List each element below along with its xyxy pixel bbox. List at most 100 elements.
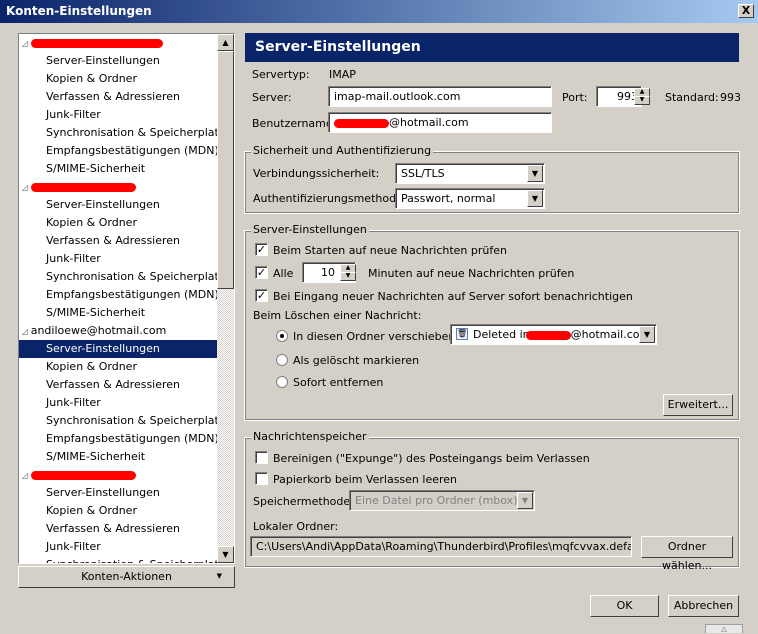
tree-item-label: Junk-Filter (46, 108, 101, 121)
storage-method-label: Speichermethode: (253, 495, 354, 508)
standard-value: 993 (720, 91, 741, 104)
notify-checkbox[interactable]: ✓ (255, 289, 268, 302)
dropdown-arrow-icon: ▼ (527, 165, 543, 182)
check-every-label: Alle (273, 267, 294, 280)
security-group: Sicherheit und Authentifizierung Verbind… (244, 144, 740, 214)
server-label: Server: (252, 91, 292, 104)
resize-grip-icon[interactable]: △ (705, 624, 743, 633)
security-legend: Sicherheit und Authentifizierung (251, 144, 434, 157)
expand-triangle-icon[interactable]: ◿ (22, 327, 31, 336)
tree-item[interactable]: Synchronisation & Speicherplatz (19, 124, 225, 142)
tree-item[interactable]: S/MIME-Sicherheit (19, 160, 218, 178)
standard-label: Standard: (665, 91, 719, 104)
tree-item[interactable]: Server-Einstellungen (19, 340, 218, 358)
connection-security-select[interactable]: SSL/TLS ▼ (395, 163, 545, 184)
tree-item[interactable]: Server-Einstellungen (19, 196, 218, 214)
tree-item[interactable]: Kopien & Ordner (19, 70, 218, 88)
tree-item[interactable]: Synchronisation & Speicherplatz (19, 556, 225, 563)
local-folder-input[interactable]: C:\Users\Andi\AppData\Roaming\Thunderbir… (250, 536, 632, 557)
remove-immediately-label: Sofort entfernen (293, 376, 384, 389)
dropdown-arrow-icon: ▼ (639, 326, 655, 343)
remove-immediately-radio[interactable] (276, 376, 288, 388)
auth-method-value: Passwort, normal (401, 192, 496, 205)
tree-item-label: Verfassen & Adressieren (46, 90, 181, 103)
redaction (525, 330, 571, 340)
choose-folder-button[interactable]: Ordner wählen... (641, 536, 733, 572)
username-label: Benutzername: (252, 117, 337, 130)
expand-triangle-icon[interactable]: ◿ (22, 39, 31, 48)
ok-button[interactable]: OK (590, 595, 659, 617)
notify-label: Bei Eingang neuer Nachrichten auf Server… (273, 290, 633, 303)
check-on-start-checkbox[interactable]: ✓ (255, 243, 268, 256)
expunge-label: Bereinigen ("Expunge") des Posteingangs … (273, 452, 590, 465)
tree-item[interactable]: S/MIME-Sicherheit (19, 304, 218, 322)
dropdown-arrow-icon: ▼ (216, 572, 222, 580)
tree-item[interactable]: Verfassen & Adressieren (19, 376, 218, 394)
auth-method-select[interactable]: Passwort, normal ▼ (395, 188, 545, 209)
minutes-spinner[interactable]: ▲ ▼ (340, 264, 356, 281)
tree-item[interactable]: Kopien & Ordner (19, 502, 218, 520)
account-tree[interactable]: ◿ Server-Einstellungen Kopien & Ordner Ver… (18, 33, 235, 564)
tree-item[interactable]: Server-Einstellungen (19, 484, 218, 502)
tree-item[interactable]: Kopien & Ordner (19, 214, 218, 232)
redaction (30, 182, 136, 192)
window-title: Konten-Einstellungen (6, 4, 152, 18)
advanced-button[interactable]: Erweitert... (663, 394, 733, 416)
connection-security-value: SSL/TLS (401, 167, 445, 180)
check-on-start-label: Beim Starten auf neue Nachrichten prüfen (273, 244, 507, 257)
local-folder-label: Lokaler Ordner: (253, 520, 339, 533)
tree-item-label: Empfangsbestätigungen (MDN) (46, 288, 219, 301)
tree-item[interactable]: Junk-Filter (19, 538, 218, 556)
storage-method-select[interactable]: Eine Datei pro Ordner (mbox) ▼ (349, 490, 535, 511)
tree-scrollbar[interactable]: ▲ ▼ (217, 34, 234, 563)
tree-item-label: Synchronisation & Speicherplatz (46, 414, 225, 427)
tree-item[interactable]: Verfassen & Adressieren (19, 88, 218, 106)
mark-deleted-label: Als gelöscht markieren (293, 354, 420, 367)
scroll-down-icon[interactable]: ▼ (217, 546, 234, 563)
redaction (30, 470, 136, 480)
tree-item[interactable]: Verfassen & Adressieren (19, 232, 218, 250)
tree-item-label: Junk-Filter (46, 396, 101, 409)
empty-trash-checkbox[interactable] (255, 472, 268, 485)
tree-item-label: Synchronisation & Speicherplatz (46, 558, 225, 563)
tree-item[interactable]: Verfassen & Adressieren (19, 520, 218, 538)
tree-account[interactable]: ◿ (19, 466, 218, 484)
check-every-checkbox[interactable]: ✓ (255, 266, 268, 279)
trash-folder-select[interactable]: 🗑 Deleted in @hotmail.com ▼ (450, 324, 657, 345)
expand-triangle-icon[interactable]: ◿ (22, 471, 31, 480)
expand-triangle-icon[interactable]: ◿ (22, 183, 31, 192)
tree-account[interactable]: ◿ (19, 34, 218, 52)
redaction (30, 38, 163, 48)
tree-item-label: Kopien & Ordner (46, 360, 137, 373)
tree-item-label: Verfassen & Adressieren (46, 378, 181, 391)
port-spinner[interactable]: ▲ ▼ (634, 88, 650, 105)
tree-item[interactable]: Junk-Filter (19, 250, 218, 268)
tree-account[interactable]: ◿ andiloewe@hotmail.com (19, 322, 218, 340)
mark-deleted-radio[interactable] (276, 354, 288, 366)
tree-item-label: Synchronisation & Speicherplatz (46, 126, 225, 139)
tree-item[interactable]: Empfangsbestätigungen (MDN) (19, 430, 219, 448)
close-button[interactable]: X (738, 4, 754, 18)
tree-item-label: Server-Einstellungen (46, 198, 160, 211)
username-input[interactable]: @hotmail.com (328, 112, 552, 133)
cancel-button[interactable]: Abbrechen (668, 595, 739, 617)
redaction (334, 118, 389, 128)
tree-item[interactable]: Kopien & Ordner (19, 358, 218, 376)
tree-account[interactable]: ◿ (19, 178, 218, 196)
tree-item[interactable]: Junk-Filter (19, 106, 218, 124)
tree-item[interactable]: S/MIME-Sicherheit (19, 448, 218, 466)
scroll-up-icon[interactable]: ▲ (217, 34, 234, 51)
tree-item[interactable]: Synchronisation & Speicherplatz (19, 412, 225, 430)
expunge-checkbox[interactable] (255, 451, 268, 464)
server-input[interactable]: imap-mail.outlook.com (328, 86, 552, 107)
tree-item[interactable]: Synchronisation & Speicherplatz (19, 268, 225, 286)
scroll-thumb[interactable] (217, 51, 234, 289)
tree-item[interactable]: Empfangsbestätigungen (MDN) (19, 142, 219, 160)
move-to-folder-radio[interactable] (276, 330, 288, 342)
account-actions-button[interactable]: Konten-Aktionen ▼ (18, 566, 235, 588)
tree-item[interactable]: Server-Einstellungen (19, 52, 218, 70)
folder-prefix: Deleted in (473, 328, 530, 341)
tree-item[interactable]: Empfangsbestätigungen (MDN) (19, 286, 219, 304)
tree-item[interactable]: Junk-Filter (19, 394, 218, 412)
tree-item-label: Junk-Filter (46, 540, 101, 553)
